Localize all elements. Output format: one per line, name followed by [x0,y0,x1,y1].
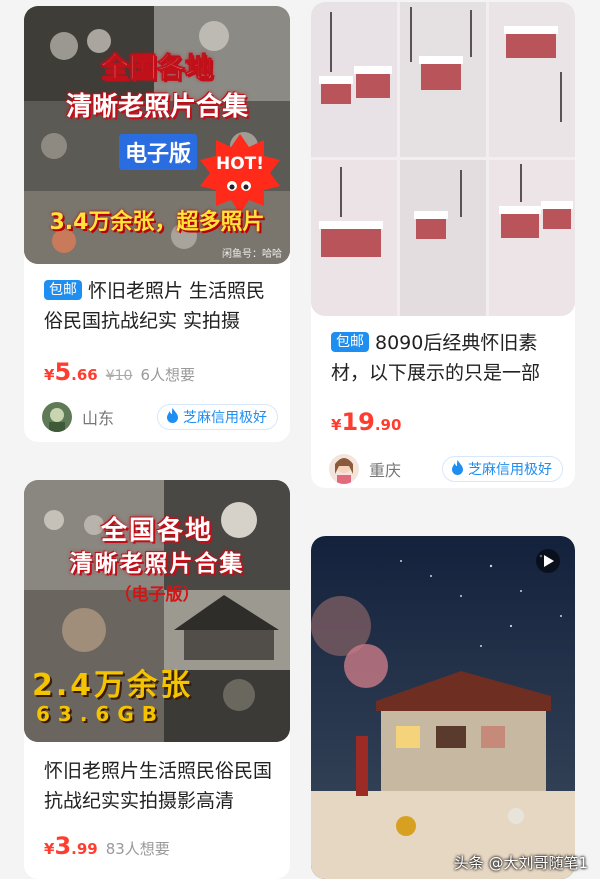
product-title-2[interactable]: 包邮 8090后经典怀旧素材，以下展示的只是一部 [331,328,561,388]
seller-avatar[interactable] [329,454,359,484]
seller-avatar[interactable] [42,402,72,432]
credit-badge: 芝麻信用极好 [442,456,563,482]
price-row-3: ¥3.99 83人想要 [44,832,170,860]
product-card-4[interactable] [311,536,575,879]
product-title-3[interactable]: 怀旧老照片生活照民俗民国抗战纪实实拍摄影高清 [44,756,276,816]
product-card-3[interactable]: 全国各地 清晰老照片合集 （电子版） 2.4万余张 63.6GB 怀旧老照片生活… [24,480,290,879]
image-title-line-1: 全国各地 [100,516,213,546]
product-price: ¥3.99 [44,832,98,860]
product-title-1[interactable]: 包邮 怀旧老照片 生活照民俗民国抗战纪实 实拍摄 [44,276,276,336]
seller-row-1[interactable]: 山东 芝麻信用极好 [42,402,278,432]
seller-location: 重庆 [369,461,402,480]
image-subtitle-tag: （电子版） [114,585,200,605]
flame-icon [166,407,179,427]
want-count: 83人想要 [105,840,170,858]
original-price: ¥10 [105,368,133,384]
credit-label: 芝麻信用极好 [183,410,267,426]
hot-icon: HOT! [200,134,280,214]
image-count-line: 2.4万余张 [32,668,194,703]
free-shipping-badge: 包邮 [331,332,369,352]
image-corner-text: 闲鱼号：哈哈 [222,249,282,260]
seller-location: 山东 [82,409,115,428]
product-image-3[interactable]: 全国各地 清晰老照片合集 （电子版） 2.4万余张 63.6GB [24,480,290,742]
image-size-line: 63.6GB [36,702,166,726]
credit-badge: 芝麻信用极好 [157,404,278,430]
play-icon [536,549,560,573]
product-title-text: 怀旧老照片生活照民俗民国抗战纪实实拍摄影高清 [44,760,273,812]
image-count-line: 3.4万余张，超多照片 [49,210,265,235]
product-image-2[interactable] [311,2,575,316]
image-title-line-2: 清晰老照片合集 [65,92,248,122]
want-count: 6人想要 [140,366,195,384]
product-image-1[interactable]: 全国各地 清晰老照片合集 电子版 HOT! 3.4万余张，超多照片 闲鱼号：哈哈 [24,6,290,264]
hot-label: HOT! [215,154,265,174]
credit-label: 芝麻信用极好 [468,462,552,478]
product-price: ¥19.90 [331,408,402,436]
watermark: 头条 @大刘哥随笔1 [454,852,588,873]
price-row-1: ¥5.66 ¥10 6人想要 [44,358,195,386]
seller-row-2[interactable]: 重庆 芝麻信用极好 [329,454,563,484]
image-title-line-2: 清晰老照片合集 [69,551,245,577]
free-shipping-badge: 包邮 [44,280,82,300]
night-village-image [311,536,575,879]
image-subtitle-tag: 电子版 [119,134,198,170]
watermark-text: 头条 @大刘哥随笔1 [453,854,588,872]
flame-icon [451,459,464,479]
price-row-2: ¥19.90 [331,408,401,436]
snow-village-grid-image [311,2,575,316]
product-card-1[interactable]: 全国各地 清晰老照片合集 电子版 HOT! 3.4万余张，超多照片 闲鱼号：哈哈… [24,6,290,442]
product-price: ¥5.66 [44,358,98,386]
product-card-2[interactable]: 包邮 8090后经典怀旧素材，以下展示的只是一部 ¥19.90 重庆 芝麻信用极好 [311,2,575,488]
product-image-4[interactable] [311,536,575,879]
image-title-line-1: 全国各地 [100,51,213,85]
